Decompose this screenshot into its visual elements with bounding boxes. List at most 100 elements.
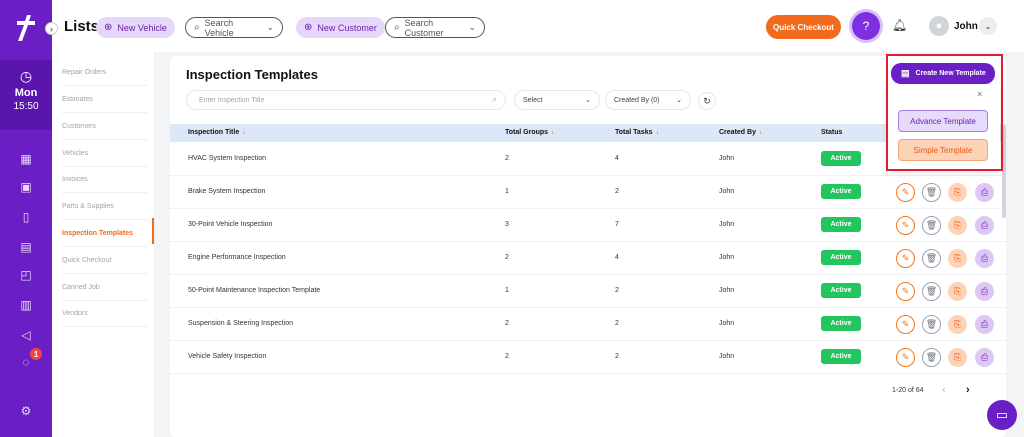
close-icon[interactable]: × (977, 89, 982, 99)
search-placeholder: Enter Inspection Title (199, 96, 265, 104)
chat-widget-icon[interactable]: ▭ (987, 400, 1017, 430)
create-new-template-button[interactable]: ▤ Create New Template (891, 63, 995, 84)
trash-icon[interactable]: 🗑︎ (922, 183, 941, 202)
new-customer-label: New Customer (317, 22, 377, 33)
trash-icon[interactable]: 🗑︎ (922, 282, 941, 301)
pencil-icon[interactable]: ✎ (896, 183, 915, 202)
prev-page-icon[interactable]: ‹ (942, 384, 946, 396)
clock-day: Mon (14, 87, 38, 99)
inspection-search-input[interactable]: Enter Inspection Title ⌕ (186, 90, 506, 110)
document-icon[interactable]: ▤ (18, 240, 34, 256)
copy-icon[interactable]: ⎘ (948, 348, 967, 367)
sidebar-item-canned-job[interactable]: Canned Job (62, 274, 147, 301)
table-row[interactable]: Vehicle Safety Inspection 2 2 John Active ✎ 🗑︎… (170, 341, 1006, 374)
megaphone-icon[interactable]: ◁ (18, 328, 34, 344)
pencil-icon[interactable]: ✎ (896, 249, 915, 268)
new-customer-button[interactable]: ⊕ New Customer (296, 17, 385, 38)
refresh-icon[interactable]: ↻ (698, 92, 716, 110)
copy-icon[interactable]: ⎘ (948, 282, 967, 301)
chevron-down-icon: ⌄ (468, 22, 476, 32)
cell-created-by: John (719, 221, 735, 228)
copy-icon[interactable]: ⎘ (948, 315, 967, 334)
collapse-rail-button[interactable]: › (45, 22, 58, 35)
status-badge: Active (821, 283, 861, 298)
cell-title: Vehicle Safety Inspection (188, 353, 267, 360)
new-vehicle-button[interactable]: ⊕ New Vehicle (96, 17, 175, 38)
printer-icon[interactable]: ⎙ (975, 249, 994, 268)
printer-icon[interactable]: ⎙ (975, 282, 994, 301)
col-status: Status (821, 129, 843, 136)
table-row[interactable]: 50-Point Maintenance Inspection Template… (170, 275, 1006, 308)
logo-icon (17, 15, 35, 41)
table-row[interactable]: Suspension & Steering Inspection 2 2 John Ac… (170, 308, 1006, 341)
pencil-icon[interactable]: ✎ (896, 348, 915, 367)
trash-icon[interactable]: 🗑︎ (922, 348, 941, 367)
calendar-icon[interactable]: ▣ (18, 180, 34, 196)
status-badge: Active (821, 349, 861, 364)
board-icon[interactable]: ▯ (18, 210, 34, 226)
sidebar-item-vehicles[interactable]: Vehicles (62, 140, 147, 167)
pencil-icon[interactable]: ✎ (896, 282, 915, 301)
sidebar-item-customers[interactable]: Customers (62, 113, 147, 140)
copy-icon[interactable]: ⎘ (948, 216, 967, 235)
clock-time: 15:50 (13, 101, 39, 112)
quick-checkout-button[interactable]: Quick Checkout (766, 15, 841, 39)
search-customer-select[interactable]: ⌕ Search Customer ⌄ (385, 17, 485, 38)
created-by-select[interactable]: Created By (0) ⌄ (605, 90, 691, 110)
col-total-tasks[interactable]: Total Tasks ↓ (615, 129, 659, 136)
printer-icon[interactable]: ⎙ (975, 216, 994, 235)
trash-icon[interactable]: 🗑︎ (922, 249, 941, 268)
sidebar-item-parts-supplies[interactable]: Parts & Supplies (62, 193, 147, 220)
cell-groups: 2 (505, 155, 509, 162)
printer-icon[interactable]: ⎙ (975, 183, 994, 202)
template-icon: ▤ (901, 68, 910, 78)
clipboard-icon[interactable]: ▥ (18, 298, 34, 314)
next-page-icon[interactable]: › (966, 384, 970, 396)
dashboard-icon[interactable]: ▦ (18, 152, 34, 168)
status-badge: Active (821, 316, 861, 331)
trash-icon[interactable]: 🗑︎ (922, 315, 941, 334)
col-total-groups[interactable]: Total Groups ↓ (505, 129, 555, 136)
copy-icon[interactable]: ⎘ (948, 183, 967, 202)
new-vehicle-label: New Vehicle (117, 22, 167, 33)
table-row[interactable]: Engine Performance Inspection 2 4 John Activ… (170, 242, 1006, 275)
status-badge: Active (821, 151, 861, 166)
status-select[interactable]: Select ⌄ (514, 90, 600, 110)
sidebar-item-vendors[interactable]: Vendors (62, 300, 147, 327)
sort-arrow-icon: ↓ (655, 129, 659, 136)
pencil-icon[interactable]: ✎ (896, 315, 915, 334)
search-vehicle-select[interactable]: ⌕ Search Vehicle ⌄ (185, 17, 283, 38)
bell-icon[interactable]: 🔔︎ (892, 18, 907, 32)
settings-icon[interactable]: ⚙ (18, 404, 34, 420)
col-inspection-title[interactable]: Inspection Title ↓ (188, 129, 246, 136)
sidebar-item-estimates[interactable]: Estimates (62, 86, 147, 113)
help-icon[interactable]: ? (852, 12, 880, 40)
printer-icon[interactable]: ⎙ (975, 315, 994, 334)
printer-icon[interactable]: ⎙ (975, 348, 994, 367)
cell-tasks: 4 (615, 155, 619, 162)
copy-icon[interactable]: ⎘ (948, 249, 967, 268)
col-created-by[interactable]: Created By ↓ (719, 129, 762, 136)
create-new-template-label: Create New Template (915, 70, 986, 77)
user-name[interactable]: John (954, 21, 978, 32)
table-row[interactable]: Brake System Inspection 1 2 John Active ✎ 🗑︎ ⎘ ⎙ (170, 176, 1006, 209)
sidebar-item-inspection-templates[interactable]: Inspection Templates (62, 220, 147, 247)
pencil-icon[interactable]: ✎ (896, 216, 915, 235)
shopping-bag-icon[interactable]: ◰ (18, 268, 34, 284)
simple-template-button[interactable]: Simple Template (898, 139, 988, 161)
sidebar-item-repair-orders[interactable]: Repair Orders (62, 59, 147, 86)
cell-groups: 2 (505, 320, 509, 327)
sort-arrow-icon: ↓ (758, 129, 763, 136)
cell-tasks: 7 (615, 221, 619, 228)
advance-template-button[interactable]: Advance Template (898, 110, 988, 132)
sidebar-item-quick-checkout[interactable]: Quick Checkout (62, 247, 147, 274)
trash-icon[interactable]: 🗑︎ (922, 216, 941, 235)
sidebar-item-invoices[interactable]: Invoices (62, 166, 147, 193)
chevron-down-icon: ⌄ (266, 22, 274, 32)
card-title: Inspection Templates (186, 67, 318, 82)
table-row[interactable]: 30-Point Vehicle Inspection 3 7 John Active ✎… (170, 209, 1006, 242)
scrollbar[interactable] (1002, 126, 1006, 218)
user-menu-chevron-icon[interactable]: ⌄ (979, 17, 997, 35)
table-row[interactable]: HVAC System Inspection 2 4 John Active (170, 143, 1006, 176)
avatar[interactable]: ● (929, 16, 949, 36)
